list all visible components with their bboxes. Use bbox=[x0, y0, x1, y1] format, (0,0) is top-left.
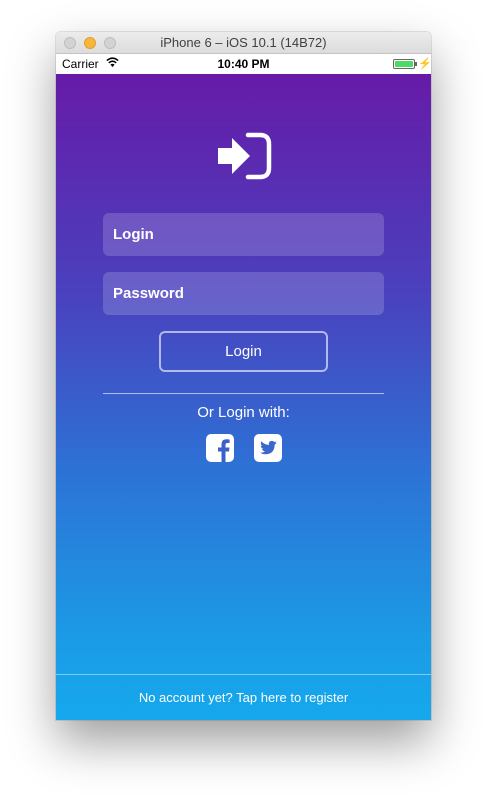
status-bar: Carrier 10:40 PM ⚡ bbox=[56, 54, 431, 74]
login-input[interactable] bbox=[103, 213, 384, 256]
register-link[interactable]: No account yet? Tap here to register bbox=[56, 690, 431, 705]
status-time: 10:40 PM bbox=[217, 57, 270, 71]
battery-level bbox=[395, 61, 413, 67]
window-title: iPhone 6 – iOS 10.1 (14B72) bbox=[160, 35, 327, 50]
login-screen: Login Or Login with: No account yet? Tap… bbox=[56, 74, 431, 720]
battery-cap bbox=[415, 62, 417, 66]
footer-divider bbox=[56, 674, 431, 675]
charging-bolt-icon: ⚡ bbox=[418, 58, 431, 70]
alt-login-label: Or Login with: bbox=[197, 404, 290, 421]
simulator-window: iPhone 6 – iOS 10.1 (14B72) Carrier 10:4… bbox=[56, 32, 431, 720]
login-button[interactable]: Login bbox=[159, 331, 328, 372]
window-titlebar: iPhone 6 – iOS 10.1 (14B72) bbox=[56, 32, 431, 54]
password-input[interactable] bbox=[103, 272, 384, 315]
facebook-icon[interactable] bbox=[206, 434, 234, 462]
divider bbox=[103, 393, 384, 394]
sign-in-icon bbox=[218, 132, 272, 180]
battery-indicator bbox=[393, 59, 415, 69]
password-field[interactable] bbox=[103, 272, 384, 315]
login-field[interactable] bbox=[103, 213, 384, 256]
twitter-icon[interactable] bbox=[254, 434, 282, 462]
